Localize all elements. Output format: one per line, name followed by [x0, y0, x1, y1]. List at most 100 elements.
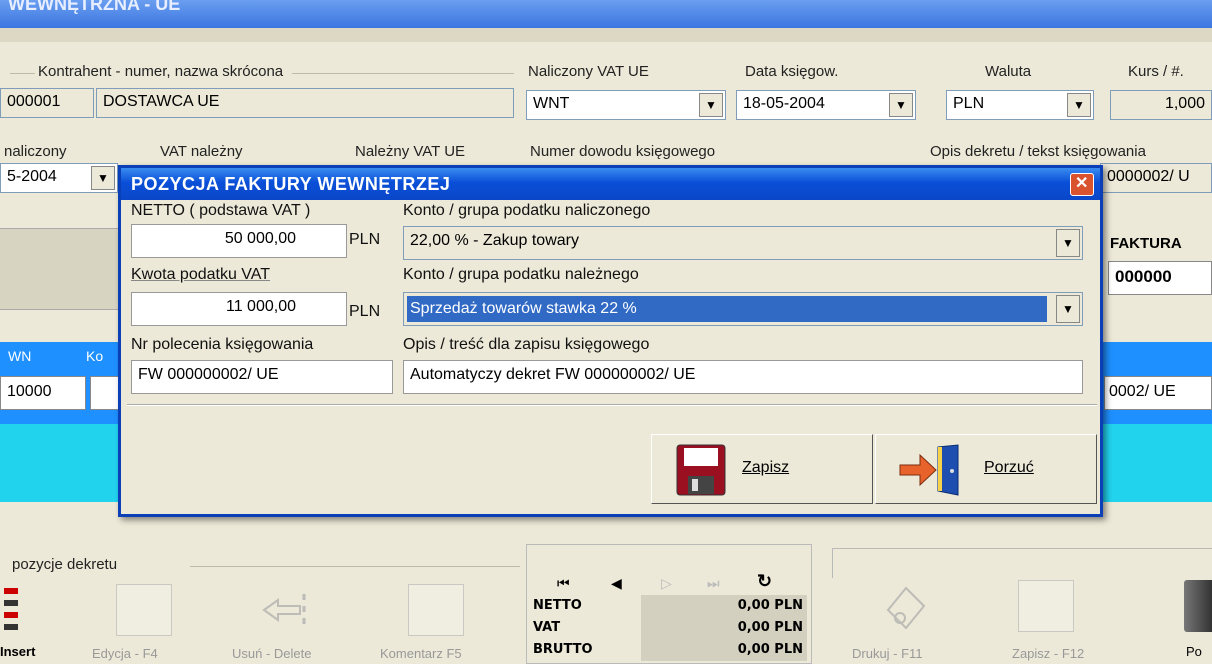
posting-date-label: Data księgow. [745, 63, 839, 80]
title-strip [0, 28, 1212, 42]
description-value: 0000002/ U [1107, 168, 1190, 185]
comment-icon[interactable] [408, 584, 464, 636]
chevron-down-icon[interactable]: ▼ [889, 93, 913, 117]
summary-row-brutto: BRUTTO 0,00 PLN [531, 639, 809, 661]
contractor-name-field[interactable]: DOSTAWCA UE [96, 88, 514, 118]
entries-section-label: pozycje dekretu [12, 556, 118, 573]
output-vat-ue-label: Należny VAT UE [355, 143, 466, 160]
invoice-panel: FAKTURA 000000 [1104, 225, 1212, 325]
next-record-icon[interactable]: ▷ [661, 575, 672, 592]
netto-currency: PLN [349, 231, 381, 248]
chevron-down-icon[interactable]: ▼ [91, 166, 115, 190]
summary-label: VAT [533, 620, 561, 635]
dialog-title: POZYCJA FAKTURY WEWNĘTRZEJ [131, 174, 451, 194]
chevron-down-icon[interactable]: ▼ [1056, 295, 1080, 323]
posting-date-value: 18-05-2004 [743, 95, 825, 112]
vat-amount-field[interactable]: 11 000,00 [131, 292, 347, 326]
vat-ue-select[interactable]: WNT ▼ [526, 90, 726, 120]
entry-description-value: 0002/ UE [1109, 383, 1176, 400]
left-grey-panel [0, 228, 118, 310]
exit-door-icon [899, 444, 959, 496]
currency-label: Waluta [985, 63, 1032, 80]
insert-icon[interactable] [4, 588, 18, 634]
input-account-select[interactable]: 22,00 % - Zakup towary ▼ [403, 226, 1083, 260]
delete-icon[interactable] [260, 584, 316, 636]
input-account-label: Konto / grupa podatku naliczonego [403, 202, 651, 219]
close-window-icon[interactable] [1184, 580, 1212, 632]
rate-label: Kurs / #. [1128, 63, 1184, 80]
summary-value: 0,00 PLN [641, 639, 807, 661]
save-label: Zapisz [742, 459, 790, 476]
summary-table: NETTO 0,00 PLN VAT 0,00 PLN BRUTTO 0,00 … [531, 595, 809, 661]
ko-account-field[interactable] [90, 376, 120, 410]
close-window-button[interactable]: Po [1186, 644, 1202, 659]
main-titlebar: WEWNĘTRZNA - UE [0, 0, 1212, 28]
previous-record-icon[interactable]: ◀ [611, 575, 622, 592]
insert-button[interactable]: Insert [0, 644, 35, 659]
document-number-label: Numer dowodu księgowego [530, 143, 716, 160]
input-vat-date-select[interactable]: 5-2004 ▼ [0, 163, 118, 193]
description-entry-value: Automatyczy dekret FW 000000002/ UE [410, 366, 696, 383]
chevron-down-icon[interactable]: ▼ [1067, 93, 1091, 117]
dialog-separator [127, 404, 1097, 406]
netto-label: NETTO ( podstawa VAT ) [131, 202, 311, 219]
output-account-label: Konto / grupa podatku należnego [403, 266, 639, 283]
wn-account-field[interactable]: 10000 [0, 376, 86, 410]
netto-field[interactable]: 50 000,00 [131, 224, 347, 258]
description-entry-field[interactable]: Automatyczy dekret FW 000000002/ UE [403, 360, 1083, 394]
refresh-icon[interactable]: ↻ [757, 571, 772, 592]
close-icon[interactable]: ✕ [1070, 173, 1094, 196]
right-toolbar-frame [832, 548, 1212, 578]
col-wn-header: WN [8, 348, 32, 364]
description-label: Opis dekretu / tekst księgowania [930, 143, 1146, 160]
vat-amount-label: Kwota podatku VAT [131, 266, 271, 283]
save-disk-icon[interactable] [1018, 580, 1074, 632]
print-button[interactable]: Drukuj - F11 [852, 646, 923, 661]
vat-amount-value: 11 000,00 [226, 298, 296, 315]
summary-label: BRUTTO [533, 642, 593, 657]
rate-value: 1,000 [1164, 95, 1205, 112]
col-ko-header: Ko [86, 348, 104, 364]
edit-button[interactable]: Edycja - F4 [92, 646, 158, 661]
cancel-label: Porzuć [984, 459, 1034, 476]
order-field[interactable]: FW 000000002/ UE [131, 360, 393, 394]
summary-value: 0,00 PLN [641, 617, 807, 639]
order-value: FW 000000002/ UE [138, 366, 279, 383]
posting-date-select[interactable]: 18-05-2004 ▼ [736, 90, 916, 120]
rate-field[interactable]: 1,000 [1110, 90, 1212, 120]
dialog-titlebar: POZYCJA FAKTURY WEWNĘTRZEJ ✕ [121, 168, 1100, 200]
chevron-down-icon[interactable]: ▼ [1056, 229, 1080, 257]
save-button[interactable]: Zapisz [651, 434, 873, 504]
invoice-number-field: 000000 [1108, 261, 1212, 295]
invoice-label: FAKTURA [1110, 235, 1182, 252]
main-title: WEWNĘTRZNA - UE [8, 0, 181, 14]
input-vat-label: naliczony [4, 143, 67, 160]
contractor-label: Kontrahent - numer, nazwa skrócona [38, 63, 284, 80]
first-record-icon[interactable]: ⏮ [557, 575, 570, 592]
output-account-value: Sprzedaż towarów stawka 22 % [407, 296, 1047, 322]
cancel-button[interactable]: Porzuć [875, 434, 1097, 504]
last-record-icon[interactable]: ⏭ [707, 575, 720, 592]
vat-ue-value: WNT [533, 95, 570, 112]
chevron-down-icon[interactable]: ▼ [699, 93, 723, 117]
wn-account-value: 10000 [7, 383, 52, 400]
summary-row-netto: NETTO 0,00 PLN [531, 595, 809, 617]
vat-amount-currency: PLN [349, 303, 381, 320]
output-vat-label: VAT należny [160, 143, 243, 160]
currency-select[interactable]: PLN ▼ [946, 90, 1094, 120]
delete-button[interactable]: Usuń - Delete [232, 646, 311, 661]
comment-button[interactable]: Komentarz F5 [380, 646, 462, 661]
output-account-select[interactable]: Sprzedaż towarów stawka 22 % ▼ [403, 292, 1083, 326]
invoice-number-value: 000000 [1115, 267, 1172, 286]
description-entry-label: Opis / treść dla zapisu księgowego [403, 336, 650, 353]
contractor-number-field[interactable]: 000001 [0, 88, 94, 118]
edit-icon[interactable] [116, 584, 172, 636]
print-icon[interactable] [878, 580, 934, 632]
invoice-item-dialog: POZYCJA FAKTURY WEWNĘTRZEJ ✕ NETTO ( pod… [118, 165, 1103, 517]
netto-value: 50 000,00 [224, 230, 296, 247]
input-vat-date-value: 5-2004 [7, 168, 57, 185]
description-field[interactable]: 0000002/ U [1100, 163, 1212, 193]
summary-value: 0,00 PLN [641, 595, 807, 617]
entry-description-field[interactable]: 0002/ UE [1104, 376, 1212, 410]
save-f12-button[interactable]: Zapisz - F12 [1012, 646, 1084, 661]
